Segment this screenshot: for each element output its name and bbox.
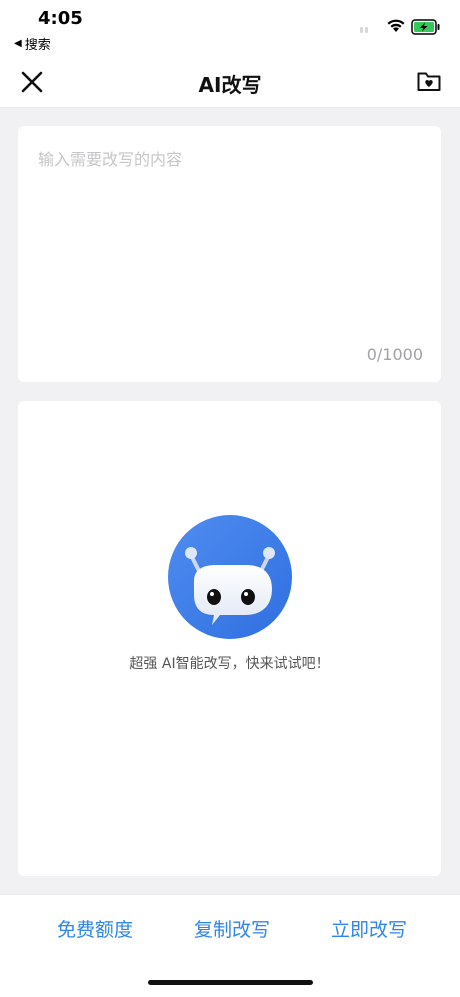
back-to-search-link[interactable]: ◀ 搜索 bbox=[14, 34, 51, 53]
character-counter: 0/1000 bbox=[366, 345, 423, 364]
wifi-icon bbox=[387, 19, 405, 32]
rewrite-text-input[interactable] bbox=[18, 126, 441, 326]
page-title: AI改写 bbox=[198, 73, 262, 97]
bottom-action-bar: 免费额度 复制改写 立即改写 bbox=[0, 894, 460, 997]
app-screen: 4:05 ◀ 搜索 AI改写 0/1 bbox=[0, 0, 460, 997]
back-label: 搜索 bbox=[24, 38, 51, 53]
robot-icon bbox=[168, 515, 292, 639]
battery-charging-icon bbox=[411, 19, 440, 35]
free-quota-button[interactable]: 免费额度 bbox=[57, 915, 133, 942]
folder-heart-icon[interactable] bbox=[416, 68, 442, 94]
home-indicator bbox=[148, 980, 313, 985]
result-card: 超强 AI智能改写，快来试试吧！ bbox=[18, 401, 441, 876]
rewrite-now-button[interactable]: 立即改写 bbox=[331, 915, 407, 942]
nav-header: AI改写 bbox=[0, 56, 460, 108]
signal-icon bbox=[360, 27, 368, 33]
empty-state-tip: 超强 AI智能改写，快来试试吧！ bbox=[129, 656, 330, 672]
status-bar: 4:05 ◀ 搜索 bbox=[0, 0, 460, 56]
status-time: 4:05 bbox=[38, 8, 83, 29]
back-arrow-icon: ◀ bbox=[14, 38, 22, 49]
input-card: 0/1000 bbox=[18, 126, 441, 382]
copy-rewrite-button[interactable]: 复制改写 bbox=[194, 915, 270, 942]
